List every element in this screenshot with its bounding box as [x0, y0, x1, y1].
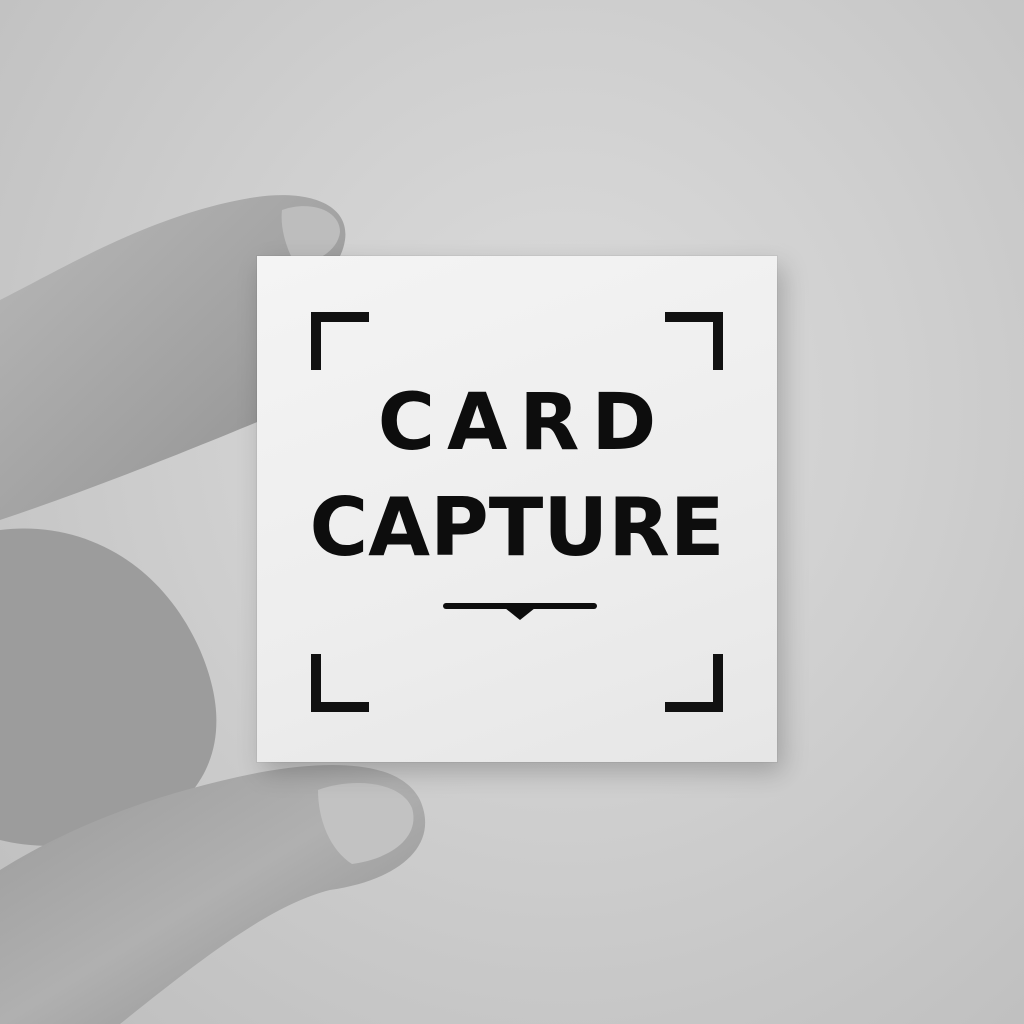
business-card: CARD CAPTURE: [257, 256, 777, 762]
card-title-line-2: CAPTURE: [309, 481, 725, 574]
corner-bracket-bottom-left: [311, 654, 369, 712]
corner-bracket-top-left: [311, 312, 369, 370]
card-title-line-1: CARD: [377, 378, 669, 468]
corner-bracket-top-right: [665, 312, 723, 370]
photo-scene: CARD CAPTURE: [0, 0, 1024, 1024]
corner-bracket-bottom-right: [665, 654, 723, 712]
underline-pointer-mark: [443, 603, 597, 620]
